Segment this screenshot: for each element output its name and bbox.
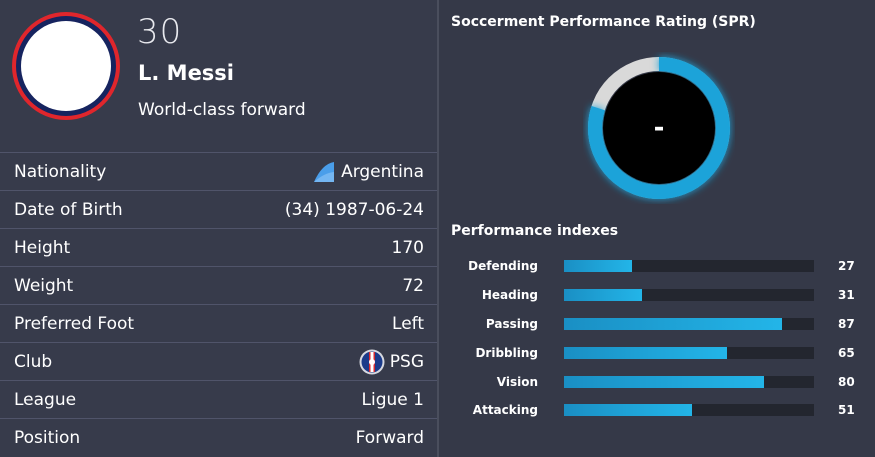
player-avatar [12,12,120,120]
perf-row-vision: Vision 80 [439,367,875,396]
info-row-league: League Ligue 1 [0,380,437,418]
perf-value: 87 [838,316,855,331]
info-label: Position [14,427,81,448]
perf-row-attacking: Attacking 51 [439,396,875,425]
perf-label: Attacking [472,403,538,418]
info-label: Preferred Foot [14,313,135,334]
info-row-club: Club PSG [0,342,437,380]
perf-row-passing: Passing 87 [439,310,875,339]
info-label: Nationality [14,161,107,182]
spr-gauge: - [583,52,735,204]
perf-value: 80 [838,374,855,389]
perf-value: 27 [838,259,855,274]
info-value: PSG [389,351,424,372]
player-info-table: Nationality Argentina Date of Birth (34)… [0,152,437,456]
perf-bar-fill [564,375,764,388]
spr-value: - [653,113,665,143]
perf-bar-fill [564,289,642,302]
perf-label: Passing [485,316,538,331]
info-label: Club [14,351,53,372]
spr-title: Soccerment Performance Rating (SPR) [451,14,756,30]
perf-bar-track [564,289,814,302]
info-value: 170 [391,237,424,258]
perf-bar-track [564,404,814,417]
perf-bar-track [564,260,814,273]
info-value: Forward [355,427,424,448]
perf-label: Heading [481,288,538,303]
info-value: (34) 1987-06-24 [284,199,424,220]
info-label: Weight [14,275,74,296]
info-value: Ligue 1 [361,389,424,410]
info-row-height: Height 170 [0,228,437,266]
perf-bar-track [564,317,814,330]
perf-row-dribbling: Dribbling 65 [439,338,875,367]
perf-bar-track [564,375,814,388]
perf-bar-fill [564,404,692,417]
performance-title: Performance indexes [451,223,619,239]
perf-value: 65 [838,345,855,360]
performance-panel: Soccerment Performance Rating (SPR) - Pe… [439,0,875,457]
info-label: League [14,389,77,410]
player-number: 30 [137,12,183,52]
perf-label: Defending [468,259,538,274]
player-description: World-class forward [138,100,306,120]
info-row-preferred-foot: Preferred Foot Left [0,304,437,342]
player-name: L. Messi [138,61,235,85]
performance-index-list: Defending 27 Heading 31 Passing 87 Dribb… [439,252,875,425]
info-row-position: Position Forward [0,418,437,456]
argentina-flag-icon [314,161,335,182]
perf-label: Dribbling [475,345,538,360]
player-card: 30 L. Messi World-class forward National… [0,0,437,457]
info-row-date-of-birth: Date of Birth (34) 1987-06-24 [0,190,437,228]
perf-label: Vision [496,374,538,389]
info-label: Date of Birth [14,199,123,220]
perf-value: 51 [838,403,855,418]
info-value: 72 [402,275,424,296]
info-value: Argentina [341,161,424,182]
perf-row-defending: Defending 27 [439,252,875,281]
psg-badge-icon [359,349,385,374]
perf-bar-fill [564,317,782,330]
info-row-nationality: Nationality Argentina [0,152,437,190]
info-row-weight: Weight 72 [0,266,437,304]
perf-value: 31 [838,288,855,303]
perf-bar-track [564,346,814,359]
perf-row-heading: Heading 31 [439,281,875,310]
info-label: Height [14,237,71,258]
perf-bar-fill [564,260,632,273]
perf-bar-fill [564,346,727,359]
info-value: Left [392,313,424,334]
